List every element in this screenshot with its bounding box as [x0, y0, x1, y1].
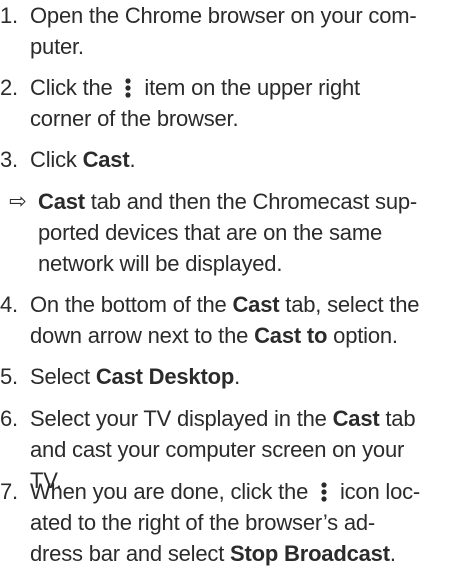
- step-text-line: down arrow next to the Cast to option.: [30, 320, 398, 351]
- step-text: option.: [327, 323, 398, 348]
- ui-term: Cast: [82, 147, 130, 172]
- step-text: Click the: [30, 75, 119, 100]
- step-number: 7.: [0, 479, 18, 504]
- instruction-list: 1. Open the Chrome browser on your com- …: [0, 0, 472, 570]
- step-number: 5.: [0, 364, 18, 389]
- step-text: On the bottom of the: [30, 292, 233, 317]
- step-number: 6.: [0, 406, 18, 431]
- step-text-line: Click Cast.: [30, 144, 136, 175]
- step-text: .: [129, 147, 136, 172]
- step-text-line: On the bottom of the Cast tab, select th…: [30, 289, 419, 320]
- ui-term: Stop Broadcast: [230, 541, 390, 566]
- step-text: .: [234, 364, 240, 389]
- step-text-line: Open the Chrome browser on your com-: [30, 3, 417, 28]
- result-arrow-icon: ⇨: [9, 190, 27, 213]
- ui-term: Cast: [38, 189, 85, 214]
- step-text-line: puter.: [30, 34, 84, 59]
- step-text: item on the upper right: [138, 75, 360, 100]
- step-text: tab: [379, 406, 416, 431]
- step-text: icon loc-: [334, 479, 421, 504]
- step-text-line: Select Cast Desktop.: [30, 361, 240, 392]
- step-text: Select your TV displayed in the: [30, 406, 333, 431]
- step-text-line: network will be displayed.: [38, 251, 283, 276]
- step-text: down arrow next to the: [30, 323, 255, 348]
- step-text-line: ported devices that are on the same: [38, 220, 382, 245]
- step-number: 1.: [0, 3, 18, 28]
- ui-term: Cast: [332, 406, 380, 431]
- step-number: 4.: [0, 292, 18, 317]
- step-text-line: Select your TV displayed in the Cast tab: [30, 403, 416, 434]
- step-text: tab, select the: [279, 292, 420, 317]
- ui-term: Cast to: [254, 323, 328, 348]
- step-text: .: [389, 541, 396, 566]
- step-text-line: ated to the right of the browser’s ad-: [30, 510, 376, 535]
- step-number: 3.: [0, 147, 18, 172]
- step-text-line: Cast tab and then the Chromecast sup-: [38, 186, 417, 217]
- step-text-line: dress bar and select Stop Broadcast.: [30, 538, 396, 569]
- step-text: tab and then the Chromecast sup-: [84, 189, 418, 214]
- ui-term: Cast: [232, 292, 280, 317]
- step-text: Click: [30, 147, 83, 172]
- ui-term: Cast Desktop: [95, 364, 235, 389]
- more-vertical-icon: [314, 476, 334, 507]
- step-text: When you are done, click the: [30, 479, 315, 504]
- step-text: Select: [30, 364, 96, 389]
- more-vertical-icon: [118, 72, 138, 103]
- step-text-line: corner of the browser.: [30, 106, 239, 131]
- step-text-line: Click the item on the upper right: [30, 72, 360, 103]
- step-number: 2.: [0, 75, 18, 100]
- step-text-line: and cast your computer screen on your: [30, 437, 405, 462]
- step-text-line: When you are done, click the icon loc-: [30, 476, 420, 507]
- step-text: dress bar and select: [30, 541, 231, 566]
